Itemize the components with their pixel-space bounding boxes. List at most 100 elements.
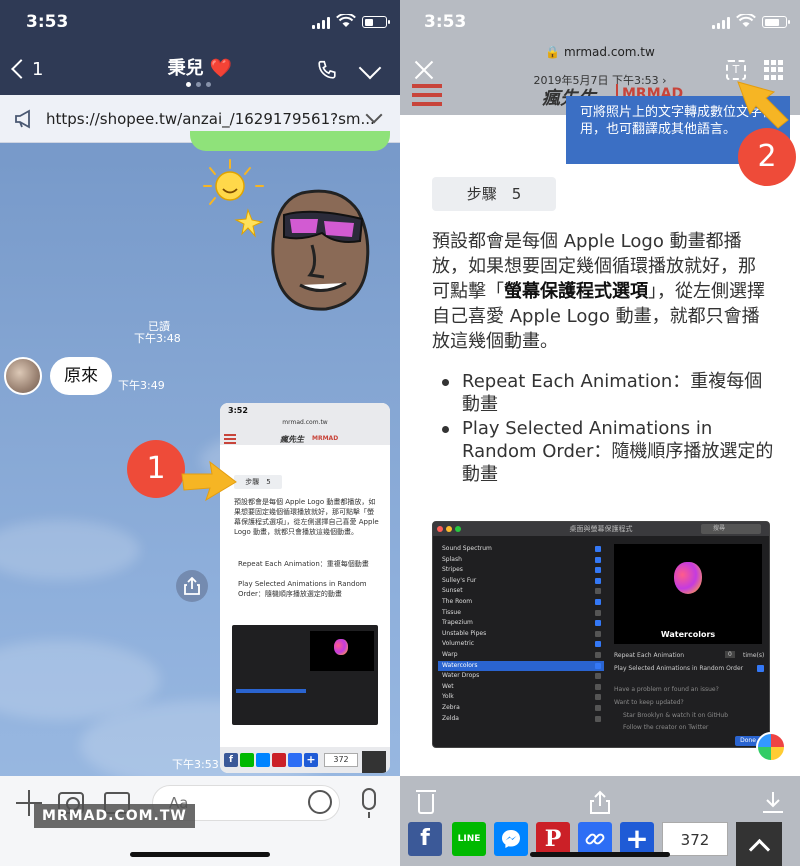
screensaver-checkbox [595, 620, 601, 627]
screensaver-list-item: Volumetric [438, 639, 604, 650]
screensaver-name: Warp [442, 650, 458, 658]
sun-doodle-icon [203, 159, 264, 238]
scroll-top-button[interactable] [736, 822, 782, 866]
apple-logo-icon [674, 562, 702, 594]
screensaver-name: Volumetric [442, 640, 475, 648]
arrow-up-left-icon [737, 81, 789, 129]
screenshot-thumbnail[interactable]: 3:52 mrmad.com.tw 瘋先生 MRMAD 步驟 5 預設都會是每個… [220, 403, 390, 773]
pinterest-share-icon[interactable]: P [536, 822, 570, 856]
thumb-bullet-1: Repeat Each Animation：重複每個動畫 [238, 560, 369, 568]
microphone-icon[interactable] [362, 788, 376, 818]
screensaver-list-item: Splash [438, 555, 604, 566]
screensaver-list-item: Zelda [438, 714, 604, 725]
screensaver-checkbox [595, 588, 601, 595]
thumb-plus-icon: + [304, 753, 318, 767]
screensaver-name: Yolk [442, 693, 454, 701]
text-recognition-icon[interactable]: T [726, 60, 746, 80]
line-share-icon[interactable]: LINE [452, 822, 486, 856]
bullet-list: Repeat Each Animation：重複每個動畫 Play Select… [440, 370, 780, 487]
page-domain: 🔒 mrmad.com.tw [545, 45, 655, 59]
screensaver-list-item: Unstable Pipes [438, 629, 604, 640]
announcement-url[interactable]: https://shopee.tw/anzai_/1629179561?sm..… [46, 110, 375, 128]
screensaver-checkbox [595, 683, 601, 690]
thumb-share-count: 372 [324, 753, 358, 767]
repeat-value: 0 [725, 651, 735, 658]
screensaver-checkbox [595, 651, 601, 658]
message-time: 下午3:49 [118, 379, 165, 392]
cellular-icon [312, 17, 330, 29]
watermark: MRMAD.COM.TW [34, 804, 195, 828]
received-message-bubble[interactable]: 原來 [50, 357, 112, 395]
screensaver-checkbox [595, 715, 601, 722]
cellular-icon [712, 17, 730, 29]
messenger-share-icon[interactable] [494, 822, 528, 856]
sent-time: 下午3:48 [134, 332, 181, 345]
bullet-item: Play Selected Animations in Random Order… [440, 417, 780, 486]
domain-text: mrmad.com.tw [563, 45, 655, 59]
screensaver-name: Stripes [442, 566, 463, 574]
moai-sticker-icon[interactable] [262, 185, 382, 313]
screensaver-list-item: Sound Spectrum [438, 544, 604, 555]
screensaver-name: Zebra [442, 703, 460, 711]
follow-text: Follow the creator on Twitter [623, 724, 709, 731]
star-text: Star Brooklyn & watch it on GitHub [623, 712, 729, 719]
phone-icon[interactable] [316, 59, 338, 81]
thumb-facebook-icon: f [224, 753, 238, 767]
screensaver-checkbox [595, 577, 601, 584]
page-dots [186, 82, 211, 87]
window-controls [437, 526, 461, 532]
random-checkbox [757, 665, 764, 672]
thumb-bullet-2: Play Selected Animations in Random Order… [238, 580, 367, 598]
screensaver-checkbox [595, 546, 601, 552]
screensaver-name: Splash [442, 555, 462, 563]
repeat-label: Repeat Each Animation [614, 652, 685, 659]
repeat-unit: time(s) [743, 652, 765, 659]
plus-share-icon[interactable]: + [620, 822, 654, 856]
screensaver-list-item: Watercolors [438, 660, 604, 672]
preview-caption: Watercolors [660, 630, 716, 639]
screensaver-checkbox [595, 556, 601, 563]
megaphone-icon [15, 109, 30, 129]
home-indicator[interactable] [530, 852, 670, 857]
thumb-brand: 瘋先生 [280, 435, 304, 444]
wifi-icon [736, 14, 756, 27]
screensaver-name: Unstable Pipes [442, 629, 487, 637]
hamburger-icon[interactable] [412, 84, 442, 111]
thumb-domain: mrmad.com.tw [282, 419, 328, 426]
screensaver-list-item: Trapezium [438, 618, 604, 629]
chat-title: 秉兒 ❤️ [167, 58, 233, 79]
screenshot-markup-screen: 3:53 🔒 mrmad.com.tw 2019年5月7日 下午3:53 › T… [400, 0, 800, 866]
screensaver-list-item: Sulley's Fur [438, 576, 604, 587]
thumb-messenger-icon [256, 753, 270, 767]
highlight-text: 螢幕保護程式選項 [504, 281, 648, 302]
close-icon[interactable] [414, 60, 434, 80]
bullet-item: Repeat Each Animation：重複每個動畫 [440, 370, 780, 416]
trash-icon[interactable] [416, 790, 436, 814]
markup-pen-icon[interactable] [756, 732, 786, 762]
screensaver-name: Sunset [442, 587, 463, 595]
share-icon[interactable] [590, 790, 610, 814]
arrow-right-icon [181, 460, 237, 502]
screensaver-name: Trapezium [442, 619, 473, 627]
article-paragraph: 預設都會是每個 Apple Logo 動畫都播放，如果想要固定幾個循環播放就好，… [432, 231, 765, 352]
home-indicator[interactable] [130, 852, 270, 857]
download-icon[interactable] [762, 790, 784, 814]
screensaver-checkbox [595, 598, 601, 605]
link-share-icon[interactable] [578, 822, 612, 856]
share-button[interactable] [176, 570, 208, 602]
avatar[interactable] [4, 357, 42, 395]
status-time: 3:53 [424, 12, 467, 32]
screensaver-list-item: Stripes [438, 565, 604, 576]
screensaver-checkbox [595, 641, 601, 648]
screensaver-name: Zelda [442, 714, 459, 722]
sent-message-bubble[interactable] [190, 131, 390, 151]
problem-text: Have a problem or found an issue? [614, 686, 719, 693]
emoji-icon[interactable] [308, 790, 332, 814]
screensaver-checkbox [595, 662, 601, 669]
screensaver-checkbox [595, 694, 601, 701]
screensaver-checkbox [595, 704, 601, 711]
grid-icon[interactable] [764, 60, 784, 80]
thumb-status-time: 3:52 [228, 406, 248, 415]
step-badge-1: 1 [127, 440, 185, 498]
facebook-share-icon[interactable]: f [408, 822, 442, 856]
